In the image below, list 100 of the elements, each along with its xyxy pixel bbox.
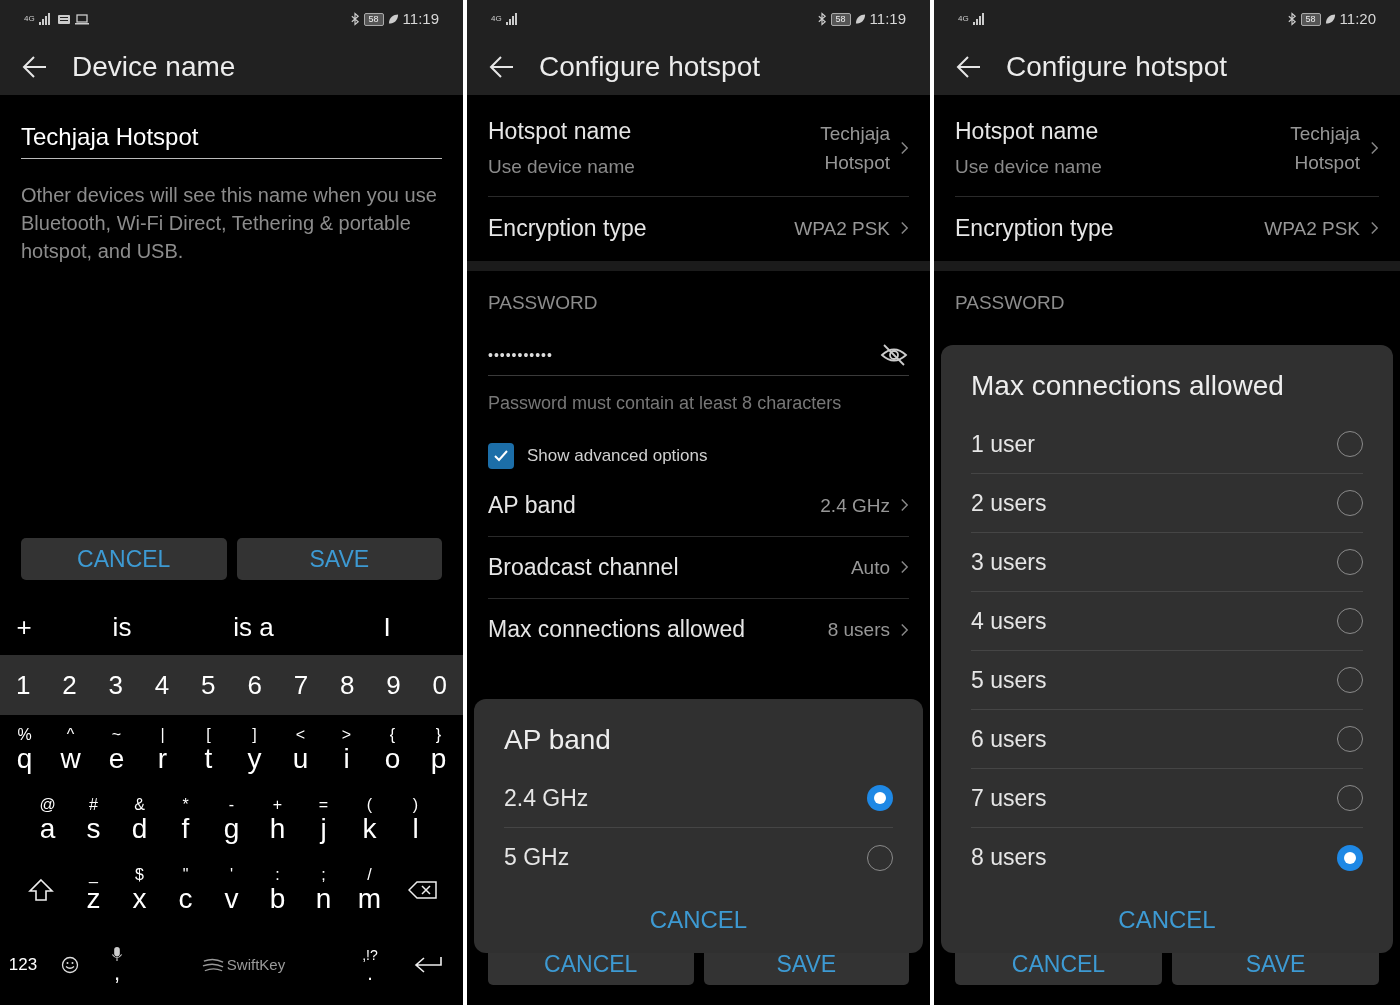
- letter-key[interactable]: & d: [116, 785, 163, 855]
- settings-row[interactable]: Encryption type WPA2 PSK: [955, 197, 1379, 259]
- number-key[interactable]: 5: [185, 655, 232, 715]
- option-label: 2.4 GHz: [504, 783, 590, 813]
- option-label: 3 users: [971, 547, 1048, 577]
- number-key[interactable]: 1: [0, 655, 47, 715]
- radio-option[interactable]: 4 users: [971, 592, 1363, 651]
- setting-value: 2.4 GHz: [820, 493, 890, 518]
- chevron-right-icon: [1370, 220, 1379, 236]
- suggestion-item[interactable]: is: [48, 608, 196, 647]
- number-key[interactable]: 6: [231, 655, 278, 715]
- letter-key[interactable]: ( k: [346, 785, 393, 855]
- network-type-label: 4G: [24, 15, 35, 23]
- name-field[interactable]: Techjaja Hotspot: [21, 119, 442, 159]
- letter-key[interactable]: | r: [139, 715, 186, 785]
- screen-title: Device name: [72, 49, 236, 84]
- letter-key[interactable]: - g: [208, 785, 255, 855]
- number-key[interactable]: 4: [138, 655, 186, 715]
- suggestion-item[interactable]: is a: [196, 608, 311, 647]
- radio-button[interactable]: [1337, 844, 1363, 871]
- letter-key[interactable]: ' v: [208, 855, 255, 925]
- radio-option[interactable]: 2.4 GHz: [504, 769, 893, 828]
- settings-row[interactable]: Broadcast channel Auto: [488, 536, 909, 599]
- symbols-key[interactable]: 123: [0, 952, 46, 978]
- letter-key[interactable]: = j: [300, 785, 347, 855]
- checkbox-label: Show advanced options: [527, 444, 708, 467]
- letter-key[interactable]: ) l: [392, 785, 439, 855]
- settings-row[interactable]: Encryption type WPA2 PSK: [488, 197, 909, 259]
- radio-option[interactable]: 5 users: [971, 651, 1363, 710]
- space-bar[interactable]: SwiftKey: [140, 945, 347, 985]
- letter-key[interactable]: * f: [162, 785, 209, 855]
- settings-row[interactable]: Hotspot name Use device name Techjaja Hotspot: [955, 99, 1379, 197]
- letter-key[interactable]: ^ w: [47, 715, 94, 785]
- letter-key[interactable]: ~ e: [93, 715, 140, 785]
- letter-key[interactable]: $ x: [116, 855, 163, 925]
- dialog-title: Max connections allowed: [971, 369, 1285, 403]
- chevron-right-icon: [900, 220, 909, 236]
- leaf-icon: [387, 13, 399, 25]
- radio-option[interactable]: 2 users: [971, 474, 1363, 533]
- number-key[interactable]: 8: [324, 655, 371, 715]
- option-label: 2 users: [971, 488, 1048, 518]
- password-field[interactable]: •••••••••••: [488, 344, 879, 366]
- letter-key[interactable]: % q: [1, 715, 48, 785]
- letter-key[interactable]: ] y: [231, 715, 278, 785]
- clock-time: 11:19: [402, 8, 439, 29]
- dialog-action-button[interactable]: SAVE: [236, 538, 442, 580]
- setting-sublabel: Use device name: [955, 154, 1103, 179]
- radio-option[interactable]: 6 users: [971, 710, 1363, 769]
- number-key[interactable]: 0: [416, 655, 463, 715]
- keyboard-icon: [56, 13, 71, 25]
- dialog-action-button[interactable]: CANCEL: [21, 538, 227, 580]
- battery-indicator: 58: [1300, 12, 1321, 26]
- radio-button[interactable]: [867, 785, 893, 811]
- letter-key[interactable]: / m: [346, 855, 393, 925]
- leaf-icon: [1324, 13, 1336, 25]
- hint-text: Password must contain at least 8 characters: [488, 391, 843, 415]
- letter-key[interactable]: + h: [254, 785, 301, 855]
- checkbox[interactable]: [488, 442, 514, 469]
- letter-key[interactable]: { o: [369, 715, 416, 785]
- setting-label: Hotspot name: [488, 117, 633, 146]
- microphone-icon: [111, 946, 123, 962]
- back-button[interactable]: [22, 53, 48, 80]
- setting-label: AP band: [488, 490, 577, 520]
- option-label: 1 user: [971, 429, 1036, 459]
- backspace-icon: [408, 880, 437, 900]
- number-key[interactable]: 2: [46, 655, 93, 715]
- settings-row[interactable]: AP band 2.4 GHz: [488, 474, 909, 537]
- letter-key[interactable]: > i: [323, 715, 370, 785]
- letter-key[interactable]: < u: [277, 715, 324, 785]
- signal-icon: [505, 13, 517, 25]
- radio-option[interactable]: 5 GHz: [504, 828, 893, 887]
- screen-title: Configure hotspot: [1006, 49, 1228, 84]
- letter-key[interactable]: [ t: [185, 715, 232, 785]
- letter-key[interactable]: # s: [70, 785, 117, 855]
- letter-key[interactable]: @ a: [24, 785, 71, 855]
- number-key[interactable]: 7: [277, 655, 325, 715]
- option-label: 4 users: [971, 606, 1048, 636]
- radio-option[interactable]: 3 users: [971, 533, 1363, 592]
- chevron-right-icon: [900, 497, 909, 513]
- suggestion-item[interactable]: I: [311, 608, 463, 647]
- letter-key[interactable]: } p: [415, 715, 462, 785]
- letter-key[interactable]: " c: [162, 855, 209, 925]
- back-button[interactable]: [489, 53, 515, 80]
- add-word-button[interactable]: +: [0, 608, 48, 647]
- back-button[interactable]: [956, 53, 982, 80]
- option-label: 5 GHz: [504, 843, 571, 873]
- radio-option[interactable]: 7 users: [971, 769, 1363, 828]
- radio-option[interactable]: 1 user: [971, 415, 1363, 474]
- letter-key[interactable]: : b: [254, 855, 301, 925]
- settings-row[interactable]: Hotspot name Use device name Techjaja Hotspot: [488, 99, 909, 197]
- settings-row[interactable]: Max connections allowed 8 users: [488, 598, 909, 661]
- letter-key[interactable]: ; n: [300, 855, 347, 925]
- radio-option[interactable]: 8 users: [971, 828, 1363, 887]
- letter-key[interactable]: _ z: [70, 855, 117, 925]
- setting-value: Auto: [850, 555, 890, 580]
- period-key[interactable]: ,!? .: [347, 947, 393, 983]
- number-key[interactable]: 3: [92, 655, 139, 715]
- number-key[interactable]: 9: [370, 655, 417, 715]
- shift-arrow-icon: [27, 878, 54, 902]
- comma-key[interactable]: ,: [94, 946, 140, 984]
